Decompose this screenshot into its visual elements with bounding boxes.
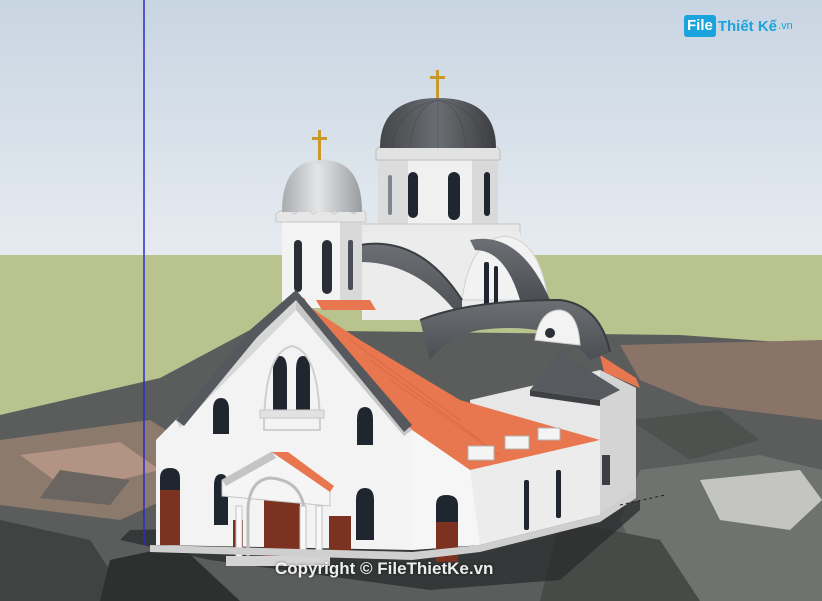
logo-box-text: File	[684, 15, 716, 37]
viewport[interactable]: File Thiết Kế .vn Copyright © FileThietK…	[0, 0, 822, 601]
bell-tower	[275, 159, 367, 308]
orange-roof-small	[316, 300, 376, 310]
logo-ext-text: .vn	[778, 20, 793, 32]
watermark-logo: File Thiết Kế .vn	[684, 14, 793, 38]
3d-scene[interactable]	[0, 0, 822, 601]
logo-rest-text: Thiết Kế	[717, 17, 778, 35]
copyright-watermark: Copyright © FileThietKe.vn	[275, 559, 494, 578]
